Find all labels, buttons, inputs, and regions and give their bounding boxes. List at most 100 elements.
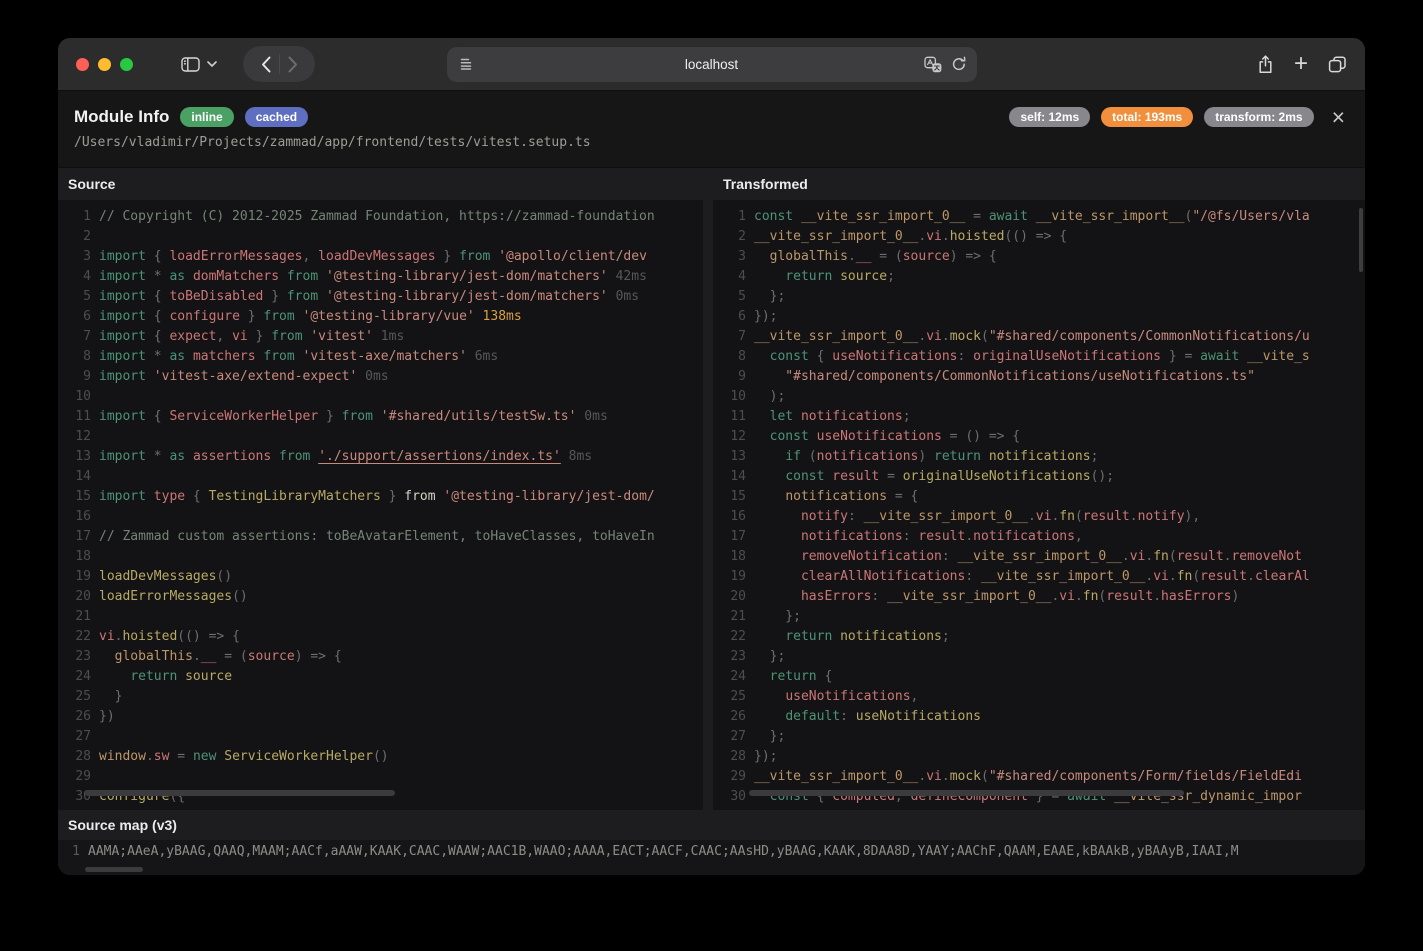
close-button[interactable]: ×	[1332, 108, 1345, 126]
zoom-window-button[interactable]	[120, 58, 133, 71]
line-number: 8	[58, 347, 99, 367]
transformed-horizontal-scrollbar[interactable]	[749, 790, 1184, 796]
source-horizontal-scrollbar[interactable]	[85, 790, 395, 796]
code-token	[185, 269, 193, 284]
code-line: 15 notifications = {	[713, 487, 1365, 507]
translate-icon[interactable]	[924, 56, 942, 73]
code-token: loadErrorMessages	[99, 589, 232, 604]
code-line: 21 };	[713, 607, 1365, 627]
code-token: __vite_ssr_import_0__	[754, 769, 918, 784]
line-number: 26	[713, 707, 754, 727]
code-text: };	[754, 647, 785, 667]
code-token: from	[287, 269, 318, 284]
code-token: } =	[1161, 349, 1200, 364]
code-text: import type { TestingLibraryMatchers } f…	[99, 487, 655, 507]
code-line: 14	[58, 467, 703, 487]
line-number: 22	[58, 627, 99, 647]
code-token: from	[279, 449, 310, 464]
line-number: 7	[713, 327, 754, 347]
source-panel: Source 1// Copyright (C) 2012-2025 Zamma…	[58, 168, 703, 810]
code-token: source	[903, 249, 950, 264]
code-token: = (	[216, 649, 247, 664]
code-token: ),	[1185, 509, 1201, 524]
code-token	[754, 449, 785, 464]
code-token: .	[146, 749, 154, 764]
source-code-area[interactable]: 1// Copyright (C) 2012-2025 Zammad Found…	[58, 200, 703, 810]
tabs-icon	[1328, 56, 1347, 73]
code-text: globalThis.__ = (source) => {	[99, 647, 342, 667]
url-text[interactable]: localhost	[447, 47, 977, 82]
code-token: __vite_ssr_import_0__	[864, 509, 1028, 524]
code-token: // Zammad custom assertions: toBeAvatarE…	[99, 529, 655, 544]
line-number: 10	[713, 387, 754, 407]
code-token: 42ms	[608, 269, 647, 284]
minimize-window-button[interactable]	[98, 58, 111, 71]
line-number: 30	[713, 787, 754, 807]
code-token: import	[99, 289, 146, 304]
code-line: 29__vite_ssr_import_0__.vi.mock("#shared…	[713, 767, 1365, 787]
code-token: '@apollo/client/dev	[490, 249, 647, 264]
close-window-button[interactable]	[76, 58, 89, 71]
code-token	[754, 469, 785, 484]
code-line: 4import * as domMatchers from '@testing-…	[58, 267, 703, 287]
code-text: import * as assertions from './support/a…	[99, 447, 592, 467]
sidebar-toggle-button[interactable]	[168, 46, 230, 82]
code-token: fn	[1083, 589, 1099, 604]
code-token: '@testing-library/vue'	[295, 309, 475, 324]
code-token: vi	[926, 769, 942, 784]
code-token: import	[99, 329, 146, 344]
code-line: 15import type { TestingLibraryMatchers }…	[58, 487, 703, 507]
code-token: loadDevMessages	[318, 249, 435, 264]
line-number: 26	[58, 707, 99, 727]
forward-button[interactable]	[287, 56, 298, 73]
code-token: mock	[950, 329, 981, 344]
code-text: };	[754, 287, 785, 307]
line-number: 10	[58, 387, 99, 407]
sourcemap-horizontal-scrollbar[interactable]	[85, 867, 143, 872]
reload-button[interactable]	[951, 56, 967, 73]
code-token: {	[146, 289, 169, 304]
line-number: 4	[58, 267, 99, 287]
line-number: 11	[58, 407, 99, 427]
code-token: vi	[99, 629, 115, 644]
transformed-vertical-scrollbar[interactable]	[1359, 208, 1363, 272]
line-number: 20	[713, 587, 754, 607]
code-token: __vite_ssr_import_0__	[958, 549, 1122, 564]
code-text: hasErrors: __vite_ssr_import_0__.vi.fn(r…	[754, 587, 1239, 607]
total-time-badge: total: 193ms	[1101, 107, 1193, 127]
code-token: 'vitest-axe/matchers'	[295, 349, 467, 364]
address-bar[interactable]: localhost	[447, 47, 977, 82]
line-number: 1	[713, 207, 754, 227]
code-token: sw	[154, 749, 170, 764]
line-number: 28	[58, 747, 99, 767]
code-token: 138ms	[475, 309, 522, 324]
line-number: 6	[58, 307, 99, 327]
code-token: import	[99, 309, 146, 324]
code-text: useNotifications,	[754, 687, 918, 707]
transformed-code-area[interactable]: 1const __vite_ssr_import_0__ = await __v…	[713, 200, 1365, 810]
code-token: useNotifications	[785, 689, 910, 704]
code-token: }	[263, 289, 286, 304]
tab-overview-button[interactable]	[1328, 56, 1347, 73]
code-text: import * as domMatchers from '@testing-l…	[99, 267, 647, 287]
line-number: 27	[713, 727, 754, 747]
back-button[interactable]	[261, 56, 272, 73]
code-token: ,	[216, 329, 232, 344]
code-token: *	[146, 449, 169, 464]
code-token: matchers	[193, 349, 256, 364]
code-token: import	[99, 489, 146, 504]
share-button[interactable]	[1257, 55, 1274, 74]
new-tab-button[interactable]: +	[1294, 54, 1308, 74]
line-number: 18	[58, 547, 99, 567]
sidebar-icon	[181, 57, 200, 72]
line-number: 5	[713, 287, 754, 307]
code-line: 26 default: useNotifications	[713, 707, 1365, 727]
code-token: from	[263, 309, 294, 324]
code-link[interactable]: './support/assertions/index.ts'	[318, 449, 561, 464]
sourcemap-body[interactable]: 1 AAMA;AAeA,yBAAG,QAAQ,MAAM;AACf,aAAW,KA…	[58, 840, 1365, 875]
code-token: ;	[887, 269, 895, 284]
page-title: Module Info	[74, 107, 169, 127]
code-token	[185, 349, 193, 364]
code-token: const	[770, 429, 809, 444]
code-token: =	[169, 749, 192, 764]
